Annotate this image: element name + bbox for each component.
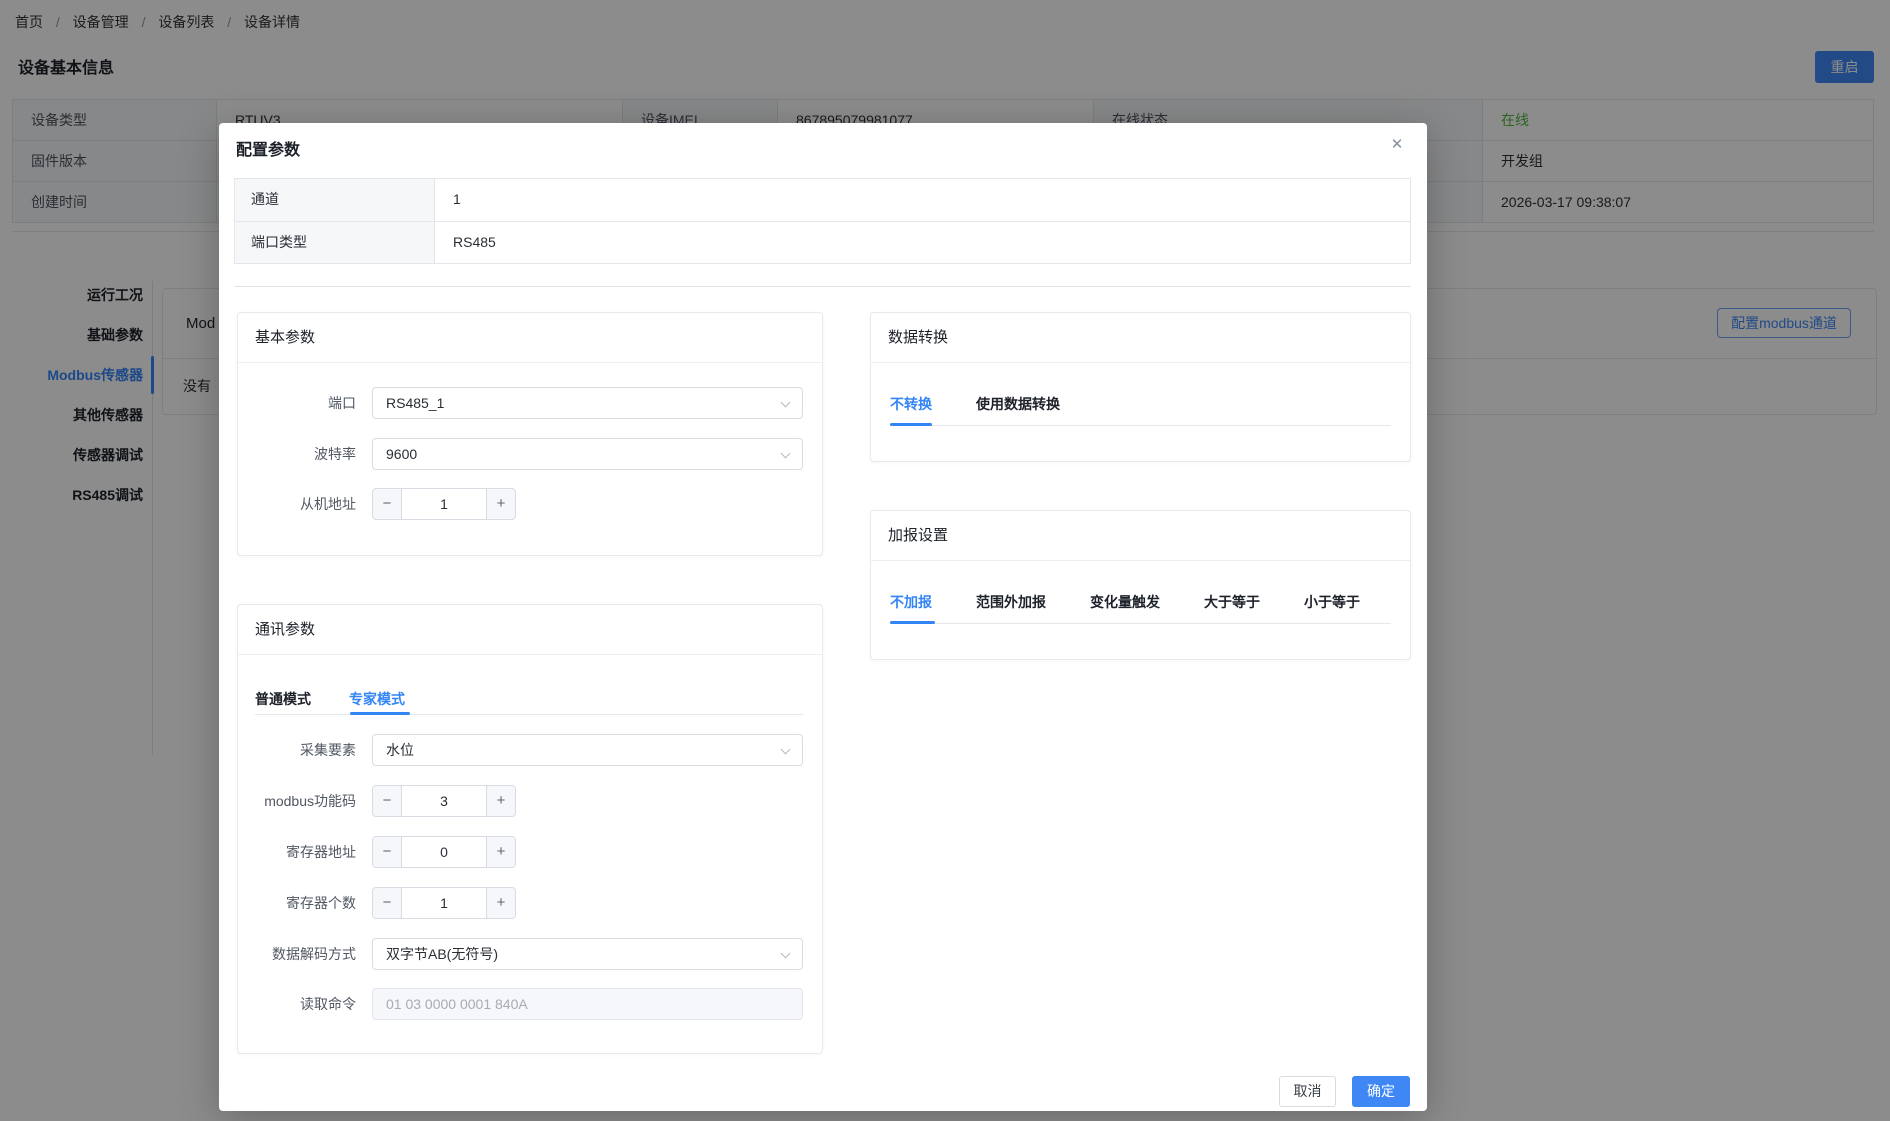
baud-select-value: 9600 [386,446,418,462]
tab-expert-mode[interactable]: 专家模式 [349,689,405,709]
active-tab-indicator [890,423,932,426]
minus-icon[interactable]: − [373,888,401,918]
tab-out-of-range[interactable]: 范围外加报 [976,592,1046,612]
port-select[interactable]: RS485_1 [372,387,803,419]
plus-icon[interactable]: + [487,888,515,918]
chevron-down-icon [780,948,791,959]
tab-less-equal[interactable]: 小于等于 [1304,592,1360,612]
card-title: 数据转换 [871,313,1410,363]
card-title: 通讯参数 [238,605,822,655]
table-row: 通道 1 [235,179,1410,221]
register-count-label: 寄存器个数 [286,895,356,911]
channel-label: 通道 [235,179,435,221]
minus-icon[interactable]: − [373,837,401,867]
chevron-down-icon [780,744,791,755]
slave-addr-stepper: − 1 + [372,488,803,520]
card-title: 基本参数 [238,313,822,363]
port-select-value: RS485_1 [386,395,445,411]
collect-element-value: 水位 [386,742,414,758]
read-command-field [372,988,803,1020]
table-row: 端口类型 RS485 [235,221,1410,263]
modbus-func-stepper: − 3 + [372,785,803,817]
slave-addr-label: 从机地址 [300,496,356,512]
report-tabs: 不加报 范围外加报 变化量触发 大于等于 小于等于 [890,592,1360,612]
baud-label: 波特率 [314,446,356,462]
decode-mode-select[interactable]: 双字节AB(无符号) [372,938,803,970]
decode-mode-value: 双字节AB(无符号) [386,946,498,962]
port-type-value: RS485 [435,222,1410,263]
cancel-button[interactable]: 取消 [1279,1076,1336,1107]
modal-title: 配置参数 [236,142,301,159]
read-command-input[interactable] [372,988,803,1020]
baud-select[interactable]: 9600 [372,438,803,470]
collect-element-label: 采集要素 [300,742,356,758]
port-type-label: 端口类型 [235,222,435,263]
active-tab-indicator [890,621,935,624]
slave-addr-value[interactable]: 1 [401,489,487,519]
plus-icon[interactable]: + [487,786,515,816]
data-convert-card: 数据转换 不转换 使用数据转换 [870,312,1411,462]
tab-change-trigger[interactable]: 变化量触发 [1090,592,1160,612]
report-settings-card: 加报设置 不加报 范围外加报 变化量触发 大于等于 小于等于 [870,510,1411,660]
modal-divider [234,286,1411,287]
channel-info-table: 通道 1 端口类型 RS485 [234,178,1411,264]
card-title: 加报设置 [871,511,1410,561]
register-count-stepper: − 1 + [372,887,803,919]
channel-value: 1 [435,179,1410,221]
config-params-modal: 配置参数 ✕ 通道 1 端口类型 RS485 基本参数 端口 RS485_1 波… [219,123,1427,1111]
tab-no-report[interactable]: 不加报 [890,592,932,612]
active-tab-indicator [350,712,410,715]
port-label: 端口 [328,395,356,411]
minus-icon[interactable]: − [373,489,401,519]
basic-params-card: 基本参数 端口 RS485_1 波特率 9600 从机地址 − 1 + [237,312,823,556]
tabs-baseline [255,714,803,715]
tab-no-convert[interactable]: 不转换 [890,394,932,414]
collect-element-select[interactable]: 水位 [372,734,803,766]
decode-mode-label: 数据解码方式 [272,946,356,962]
modbus-func-value[interactable]: 3 [401,786,487,816]
plus-icon[interactable]: + [487,837,515,867]
confirm-button[interactable]: 确定 [1352,1076,1410,1107]
convert-tabs: 不转换 使用数据转换 [890,394,1060,414]
tabs-baseline [890,425,1391,426]
minus-icon[interactable]: − [373,786,401,816]
comm-params-card: 通讯参数 普通模式 专家模式 采集要素 水位 modbus功能码 − 3 + 寄… [237,604,823,1054]
close-icon[interactable]: ✕ [1385,133,1409,157]
plus-icon[interactable]: + [487,489,515,519]
tab-normal-mode[interactable]: 普通模式 [255,689,311,709]
tab-use-convert[interactable]: 使用数据转换 [976,394,1060,414]
chevron-down-icon [780,448,791,459]
register-addr-value[interactable]: 0 [401,837,487,867]
chevron-down-icon [780,397,791,408]
tab-greater-equal[interactable]: 大于等于 [1204,592,1260,612]
read-command-label: 读取命令 [300,996,356,1012]
mode-tabs: 普通模式 专家模式 [255,689,405,709]
modbus-func-label: modbus功能码 [264,793,356,809]
register-count-value[interactable]: 1 [401,888,487,918]
register-addr-label: 寄存器地址 [286,844,356,860]
tabs-baseline [890,623,1391,624]
register-addr-stepper: − 0 + [372,836,803,868]
